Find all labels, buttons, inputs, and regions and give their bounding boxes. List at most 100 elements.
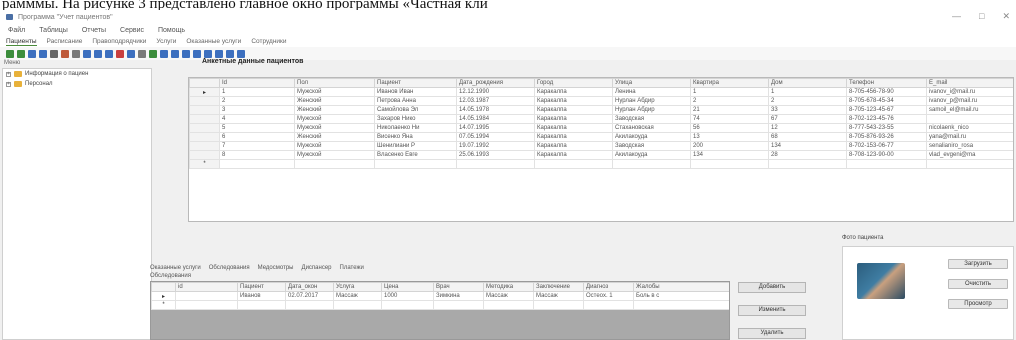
toolbar-button-12[interactable] [127, 49, 135, 58]
table-cell[interactable]: samoil_el@mail.ru [926, 105, 1013, 115]
table-cell[interactable]: 8 [219, 150, 295, 160]
table-cell[interactable]: Каракалпа [534, 132, 613, 142]
table-cell[interactable]: 28 [768, 150, 847, 160]
table-cell[interactable]: Ленина [612, 87, 691, 97]
table-cell[interactable]: Зимкина [433, 291, 484, 301]
table-cell[interactable] [690, 159, 769, 169]
table-cell[interactable]: 74 [690, 114, 769, 124]
table-cell[interactable] [483, 300, 534, 310]
table-cell[interactable]: 8-705-123-45-67 [846, 105, 927, 115]
table-cell[interactable]: Массаж [483, 291, 534, 301]
table-row[interactable]: 4 Мужской Захаров Нико 14.05.1984 Каракалпа З… [189, 114, 1013, 124]
toolbar-button-9[interactable] [94, 49, 102, 58]
patients-column-header[interactable]: E_mail [926, 78, 1013, 88]
table-cell[interactable]: 25.06.1993 [456, 150, 535, 160]
examinations-column-header[interactable]: Цена [381, 282, 434, 292]
toolbar-button-21[interactable] [226, 49, 234, 58]
table-cell[interactable]: Каракалпа [534, 96, 613, 106]
table-cell[interactable]: 1 [175, 291, 238, 301]
table-cell[interactable] [926, 159, 1013, 169]
table-cell[interactable]: Каракалпа [534, 87, 613, 97]
table-cell[interactable]: Мужской [294, 123, 375, 133]
table-cell[interactable]: 200 [690, 141, 769, 151]
table-cell[interactable]: 134 [768, 141, 847, 151]
table-cell[interactable] [381, 300, 434, 310]
patients-column-header[interactable] [189, 78, 220, 88]
table-cell[interactable]: 4 [219, 114, 295, 124]
expand-icon[interactable]: + [6, 81, 11, 87]
toolbar-button-17[interactable] [182, 49, 190, 58]
table-cell[interactable]: Каракалпа [534, 141, 613, 151]
menu-help[interactable]: Помощь [158, 27, 185, 34]
table-cell[interactable]: 56 [690, 123, 769, 133]
table-cell[interactable]: 12.12.1990 [456, 87, 535, 97]
toolbar-button-13[interactable] [138, 49, 146, 58]
table-cell[interactable]: Заводская [612, 114, 691, 124]
table-cell[interactable]: Каракалпа [534, 123, 613, 133]
toolbar-button-10[interactable] [105, 49, 113, 58]
table-cell[interactable]: Иванов [237, 291, 286, 301]
tab-dispensary[interactable]: Диспансер [302, 265, 332, 271]
table-cell[interactable]: Висенко Яна [374, 132, 457, 142]
table-cell[interactable]: ivanov_p@mail.ru [926, 96, 1013, 106]
tab-rendered-services-bottom[interactable]: Оказанные услуги [150, 265, 201, 271]
toolbar-button-14[interactable] [149, 49, 157, 58]
table-cell[interactable]: Нурлан Абдир [612, 105, 691, 115]
patients-column-header[interactable]: Пациент [374, 78, 457, 88]
table-cell[interactable]: 8-705-876-93-26 [846, 132, 927, 142]
table-cell[interactable] [294, 159, 375, 169]
table-cell[interactable]: ivanov_i@mail.ru [926, 87, 1013, 97]
table-cell[interactable]: vlad_evgeni@ma [926, 150, 1013, 160]
tab-payments[interactable]: Платежи [340, 265, 364, 271]
toolbar-button-19[interactable] [204, 49, 212, 58]
table-cell[interactable]: Боль в с [633, 291, 729, 301]
tab-services[interactable]: Услуги [156, 38, 176, 45]
table-cell[interactable]: 8-702-123-45-76 [846, 114, 927, 124]
row-marker[interactable] [189, 123, 220, 133]
table-cell[interactable] [237, 300, 286, 310]
table-cell[interactable]: Каракалпа [534, 150, 613, 160]
table-cell[interactable]: Массаж [333, 291, 382, 301]
table-cell[interactable]: Массаж [533, 291, 584, 301]
table-cell[interactable]: 8-708-123-90-00 [846, 150, 927, 160]
examinations-column-header[interactable]: Пациент [237, 282, 286, 292]
row-marker[interactable] [189, 150, 220, 160]
toolbar-button-7[interactable] [72, 49, 80, 58]
row-marker[interactable] [189, 141, 220, 151]
examinations-column-header[interactable]: Услуга [333, 282, 382, 292]
examinations-column-header[interactable]: Методика [483, 282, 534, 292]
table-cell[interactable]: Заводская [612, 141, 691, 151]
table-cell[interactable]: 14.05.1984 [456, 114, 535, 124]
table-cell[interactable] [533, 300, 584, 310]
table-cell[interactable] [846, 159, 927, 169]
row-marker[interactable] [189, 105, 220, 115]
examinations-column-header[interactable]: Заключение [533, 282, 584, 292]
row-marker[interactable]: * [189, 159, 220, 169]
table-cell[interactable]: 1 [219, 87, 295, 97]
table-cell[interactable] [219, 159, 295, 169]
table-cell[interactable]: 8-702-153-06-77 [846, 141, 927, 151]
table-cell[interactable]: Мужской [294, 114, 375, 124]
table-cell[interactable] [926, 114, 1013, 124]
add-button[interactable]: Добавить [738, 282, 806, 293]
table-cell[interactable]: 7 [219, 141, 295, 151]
table-cell[interactable]: Женский [294, 105, 375, 115]
toolbar-button-18[interactable] [193, 49, 201, 58]
table-cell[interactable]: Каракалпа [534, 105, 613, 115]
table-cell[interactable]: 134 [690, 150, 769, 160]
table-row[interactable]: 5 Мужской Николаенко Ни 14.07.1995 Каракалпа… [189, 123, 1013, 133]
table-cell[interactable]: 12 [768, 123, 847, 133]
table-cell[interactable] [534, 159, 613, 169]
menu-file[interactable]: Файл [8, 27, 25, 34]
table-cell[interactable]: 6 [219, 132, 295, 142]
table-cell[interactable]: Остеох. 1 [583, 291, 634, 301]
table-cell[interactable]: 1 [768, 87, 847, 97]
table-cell[interactable]: Женский [294, 96, 375, 106]
toolbar-button-16[interactable] [171, 49, 179, 58]
row-marker[interactable]: ▸ [189, 87, 220, 97]
tab-examinations[interactable]: Обследования [209, 265, 250, 271]
table-cell[interactable]: 8-777-543-23-55 [846, 123, 927, 133]
table-cell[interactable] [285, 300, 334, 310]
table-cell[interactable]: Мужской [294, 150, 375, 160]
table-cell[interactable] [583, 300, 634, 310]
